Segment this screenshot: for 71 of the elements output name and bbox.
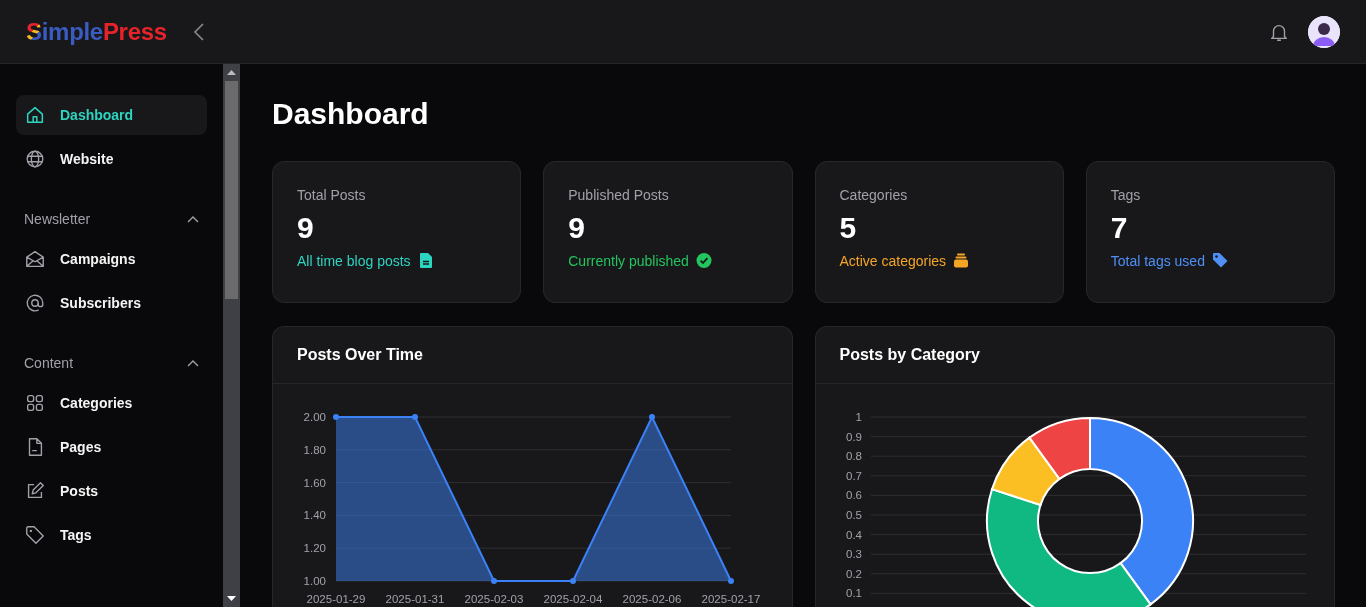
section-header: Newsletter <box>24 211 91 227</box>
axis-tick-label: 1.80 <box>303 443 326 456</box>
stacked-box-icon <box>953 252 970 269</box>
check-circle-icon <box>695 252 712 269</box>
stat-value: 5 <box>839 211 857 245</box>
sidebar-item[interactable]: Posts <box>16 471 207 511</box>
scroll-down-arrow-icon[interactable] <box>227 596 236 602</box>
sidebar-item[interactable]: Pages <box>16 427 207 467</box>
sidebar-item[interactable]: Subscribers <box>16 283 207 323</box>
axis-tick-label: 0.4 <box>845 528 862 541</box>
axis-date-label: 2025-01-31 <box>385 593 445 605</box>
stat-note: Currently published <box>568 252 689 269</box>
axis-tick-label: 0.1 <box>845 587 862 600</box>
axis-tick-label: 0.6 <box>845 489 862 502</box>
axis-tick-label: 0.5 <box>845 509 862 521</box>
stat-value: 9 <box>297 211 314 245</box>
stat-label: Total Posts <box>297 187 366 203</box>
sidebar-item[interactable]: Tags <box>16 515 207 555</box>
axis-tick-label: 0.2 <box>845 567 862 580</box>
grid-icon <box>24 392 46 414</box>
chevron-left-icon <box>192 21 205 42</box>
axis-date-label: 2025-02-17 <box>701 593 761 605</box>
stat-value: 7 <box>1110 211 1128 245</box>
axis-tick-label: 1.20 <box>303 542 326 555</box>
envelope-icon <box>24 248 46 270</box>
avatar[interactable] <box>1308 15 1340 48</box>
sidebar-item[interactable]: Website <box>16 139 207 179</box>
chart-title: Posts by Category <box>839 346 980 364</box>
data-point <box>491 578 497 584</box>
stat-note: Total tags used <box>1110 252 1205 269</box>
axis-tick-label: 1.40 <box>303 509 326 522</box>
axis-date-label: 2025-01-29 <box>306 593 366 605</box>
globe-icon <box>24 148 46 170</box>
sidebar-item[interactable]: Dashboard <box>16 95 207 135</box>
sidebar-item[interactable]: Campaigns <box>16 239 207 279</box>
axis-date-label: 2025-02-03 <box>464 593 524 605</box>
data-point <box>333 414 339 420</box>
axis-date-label: 2025-02-06 <box>622 593 682 605</box>
chevron-up-icon[interactable] <box>187 359 199 367</box>
house-icon <box>24 104 46 126</box>
stat-note: All time blog posts <box>297 252 411 269</box>
axis-tick-label: 0.7 <box>845 469 862 482</box>
chart-title: Posts Over Time <box>297 346 423 364</box>
chevron-up-icon[interactable] <box>187 215 199 223</box>
data-point <box>649 414 655 420</box>
at-sign-icon <box>24 292 46 314</box>
logo[interactable]: SimplePress <box>26 17 167 46</box>
axis-tick-label: 2.00 <box>303 411 326 423</box>
axis-date-label: 2025-02-04 <box>543 593 603 605</box>
axis-tick-label: 0.9 <box>845 430 862 443</box>
axis-tick-label: 1.00 <box>303 575 326 587</box>
stat-value: 9 <box>568 211 585 245</box>
tag-icon <box>1211 252 1228 269</box>
data-point <box>728 578 734 584</box>
axis-tick-label: 1 <box>855 411 862 423</box>
sidebar-item[interactable]: Categories <box>16 383 207 423</box>
document-icon <box>417 252 434 269</box>
section-header: Content <box>24 355 74 371</box>
scrollbar[interactable] <box>223 64 240 607</box>
stat-label: Categories <box>839 187 908 203</box>
stat-note: Active categories <box>839 252 947 269</box>
axis-tick-label: 1.60 <box>303 476 326 489</box>
axis-tick-label: 0.8 <box>845 450 862 463</box>
data-point <box>570 578 576 584</box>
tag-icon <box>24 524 46 546</box>
stat-label: Tags <box>1110 187 1141 203</box>
data-point <box>412 414 418 420</box>
stat-label: Published Posts <box>568 187 669 203</box>
page-title: Dashboard <box>272 98 429 130</box>
scroll-up-arrow-icon[interactable] <box>227 69 236 75</box>
axis-tick-label: 0.3 <box>845 548 862 561</box>
